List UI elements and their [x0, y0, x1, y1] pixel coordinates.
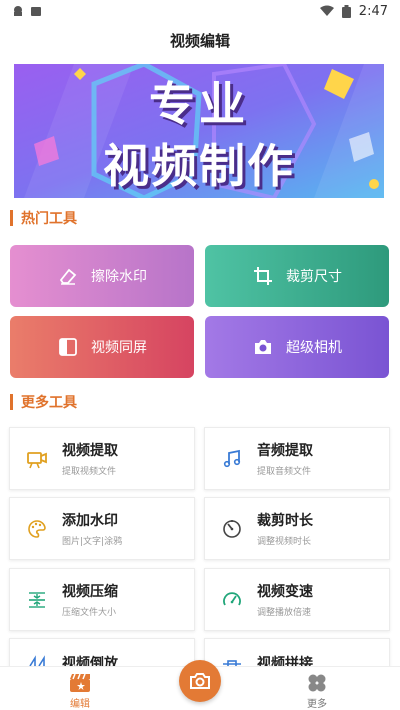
app-notification-icon — [31, 7, 41, 16]
banner-headline-line2: 视频制作 — [103, 139, 295, 193]
hot-tool-label: 视频同屏 — [91, 340, 147, 356]
page-title: 视频编辑 — [169, 32, 230, 50]
tool-desc: 提取视频文件 — [62, 467, 117, 477]
speedometer-icon — [221, 589, 243, 611]
hot-tool-label: 超级相机 — [286, 340, 342, 356]
tool-video-compress[interactable]: 视频压缩 压缩文件大小 — [9, 568, 195, 631]
camera-icon — [190, 673, 210, 689]
eraser-icon — [57, 265, 79, 287]
hot-tool-split-screen[interactable]: 视频同屏 — [10, 316, 194, 378]
banner-headline-line1: 专业 — [149, 77, 249, 131]
nav-tab-more-label: 更多 — [307, 699, 327, 710]
status-bar: 2:47 — [0, 0, 400, 22]
tool-desc: 压缩文件大小 — [62, 608, 117, 618]
palette-icon — [26, 518, 48, 540]
tool-name: 裁剪时长 — [257, 513, 313, 529]
nav-tab-edit[interactable]: 编辑 — [50, 673, 110, 710]
tool-video-extract[interactable]: 视频提取 提取视频文件 — [9, 427, 195, 490]
hot-tool-erase-watermark[interactable]: 擦除水印 — [10, 245, 194, 307]
tool-trim-duration[interactable]: 裁剪时长 调整视频时长 — [204, 497, 390, 560]
section-accent-bar — [10, 210, 13, 226]
battery-icon — [341, 4, 351, 18]
clapperboard-icon — [70, 673, 90, 692]
wifi-icon — [319, 5, 334, 16]
tool-name: 视频压缩 — [62, 584, 118, 600]
music-note-icon — [221, 448, 243, 470]
camera-fab-button[interactable] — [179, 660, 221, 702]
clover-icon — [308, 674, 326, 692]
hot-tools-header: 热门工具 — [10, 208, 77, 228]
hot-tool-super-camera[interactable]: 超级相机 — [205, 316, 389, 378]
hot-tools-title: 热门工具 — [21, 211, 77, 227]
tool-name: 视频提取 — [62, 443, 118, 459]
hot-tool-crop-size[interactable]: 裁剪尺寸 — [205, 245, 389, 307]
android-notification-icon — [14, 6, 22, 16]
split-screen-icon — [57, 336, 79, 358]
tool-desc: 调整视频时长 — [257, 537, 312, 547]
tool-add-watermark[interactable]: 添加水印 图片|文字|涂鸦 — [9, 497, 195, 560]
compress-icon — [26, 589, 48, 611]
tool-audio-extract[interactable]: 音频提取 提取音频文件 — [204, 427, 390, 490]
tool-desc: 调整播放倍速 — [257, 608, 312, 618]
tool-video-speed[interactable]: 视频变速 调整播放倍速 — [204, 568, 390, 631]
crop-icon — [252, 265, 274, 287]
more-tools-header: 更多工具 — [10, 392, 77, 412]
tool-name: 音频提取 — [257, 443, 313, 459]
nav-tab-more[interactable]: 更多 — [287, 673, 347, 710]
tool-name: 视频变速 — [257, 584, 313, 600]
clock-icon — [221, 518, 243, 540]
promo-banner[interactable]: 专业 视频制作 — [14, 64, 384, 198]
more-tools-title: 更多工具 — [21, 395, 77, 411]
tool-name: 添加水印 — [62, 513, 118, 529]
camera-icon — [252, 336, 274, 358]
hot-tool-label: 裁剪尺寸 — [286, 269, 342, 285]
status-time: 2:47 — [358, 3, 388, 19]
hot-tool-label: 擦除水印 — [91, 269, 147, 285]
tool-desc: 提取音频文件 — [257, 467, 312, 477]
video-camera-icon — [26, 448, 48, 470]
notification-icons — [12, 5, 42, 17]
nav-tab-edit-label: 编辑 — [70, 699, 90, 710]
section-accent-bar — [10, 394, 13, 410]
tool-desc: 图片|文字|涂鸦 — [62, 537, 123, 547]
